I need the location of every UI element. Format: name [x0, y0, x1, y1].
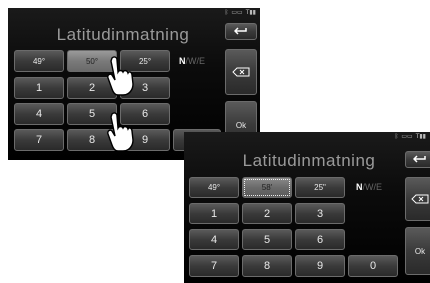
status-bar: ᛒ ▭▭ T▮▮ — [225, 9, 256, 16]
digit-3-button[interactable]: 3 — [295, 203, 345, 224]
back-arrow-icon — [234, 27, 247, 35]
status-bar: ᛒ ▭▭ T▮▮ — [395, 133, 426, 140]
backspace-icon — [232, 67, 250, 77]
digit-5-button[interactable]: 5 — [242, 229, 292, 250]
battery-icon: ▭▭ — [401, 133, 413, 140]
signal-icon: T▮▮ — [415, 133, 426, 140]
pointing-hand-icon — [107, 56, 134, 96]
seconds-button[interactable]: 25" — [295, 177, 345, 198]
digit-1-button[interactable]: 1 — [14, 77, 64, 99]
digit-4-button[interactable]: 4 — [14, 103, 64, 125]
degrees-button[interactable]: 49° — [189, 177, 239, 198]
digit-7-button[interactable]: 7 — [189, 255, 239, 277]
battery-icon: ▭▭ — [231, 9, 243, 16]
back-button[interactable] — [225, 23, 257, 40]
digit-6-button[interactable]: 6 — [295, 229, 345, 250]
minutes-button[interactable]: 58' — [242, 177, 292, 198]
hemisphere-selector[interactable]: N/W/E — [356, 182, 382, 192]
digit-8-button[interactable]: 8 — [242, 255, 292, 277]
bluetooth-icon: ᛒ — [224, 9, 229, 16]
hemisphere-inactive: /W/E — [362, 182, 383, 192]
back-button[interactable] — [405, 151, 430, 168]
backspace-icon — [411, 194, 429, 204]
digit-2-button[interactable]: 2 — [242, 203, 292, 224]
delete-button[interactable] — [405, 177, 430, 221]
digit-0-button[interactable]: 0 — [348, 255, 398, 277]
digit-4-button[interactable]: 4 — [189, 229, 239, 250]
ok-button[interactable]: Ok — [405, 227, 430, 275]
pointing-hand-icon — [107, 112, 134, 152]
digit-7-button[interactable]: 7 — [14, 129, 64, 151]
digit-1-button[interactable]: 1 — [189, 203, 239, 224]
degrees-button[interactable]: 49° — [14, 50, 64, 72]
latitude-entry-screen-2: ᛒ ▭▭ T▮▮ Latitudinmatning 49° 58' 25" N/… — [184, 132, 430, 283]
hemisphere-selector[interactable]: N/W/E — [179, 56, 205, 66]
hemisphere-inactive: /W/E — [185, 56, 206, 66]
page-title: Latitudinmatning — [242, 151, 376, 170]
delete-button[interactable] — [225, 49, 257, 95]
page-title: Latitudinmatning — [56, 25, 190, 44]
bluetooth-icon: ᛒ — [394, 133, 399, 140]
digit-9-button[interactable]: 9 — [295, 255, 345, 277]
back-arrow-icon — [413, 155, 426, 163]
signal-icon: T▮▮ — [245, 9, 256, 16]
